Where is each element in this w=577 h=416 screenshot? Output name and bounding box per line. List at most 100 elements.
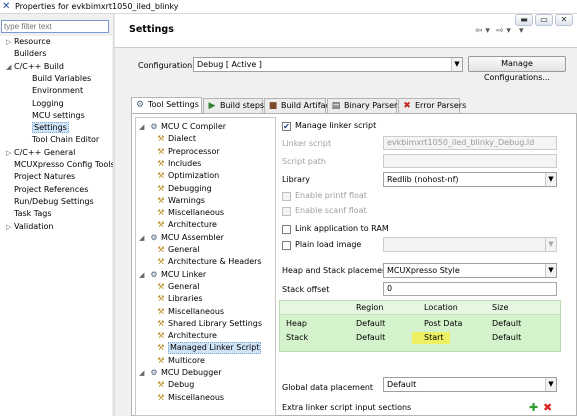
collapse-toggle-icon[interactable]: ◢ <box>139 269 148 281</box>
enable-scanf-float-checkbox[interactable] <box>282 207 291 216</box>
tool-leaf-item[interactable]: ⚒ Architecture <box>156 219 275 231</box>
sidebar-item-label: Resource <box>14 37 51 46</box>
tool-tree-label: Architecture <box>168 331 217 341</box>
global-data-placement-select[interactable]: Default ▼ <box>383 377 557 392</box>
binary-parsers-icon: ▤ <box>331 101 341 111</box>
sidebar-item-environment[interactable]: Environment <box>24 85 83 97</box>
sidebar-item-mcuxpresso-config-tools[interactable]: MCUXpresso Config Tools <box>6 159 115 171</box>
tool-group-item[interactable]: ◢ ⚙ MCU C Compiler <box>139 121 269 133</box>
tool-group-item[interactable]: ◢ ⚙ MCU Assembler <box>139 232 269 244</box>
table-row-heap-name: Heap <box>286 319 307 328</box>
add-icon[interactable]: ✚ <box>529 401 538 414</box>
tool-tree-label: Preprocessor <box>168 146 220 156</box>
sidebar-item-task-tags[interactable]: Task Tags <box>6 208 52 220</box>
sidebar-item-run-debug-settings[interactable]: Run/Debug Settings <box>6 196 94 208</box>
sidebar-item-builders[interactable]: Builders <box>6 48 46 60</box>
tool-leaf-item[interactable]: ⚒ Debugging <box>156 183 275 195</box>
wrench-icon: ⚒ <box>157 134 165 144</box>
sidebar-item-validation[interactable]: ▷ Validation <box>6 221 54 233</box>
tool-tree-label: Miscellaneous <box>168 208 225 218</box>
wrench-icon: ⚒ <box>157 343 165 353</box>
sidebar-item-project-natures[interactable]: Project Natures <box>6 171 75 183</box>
tool-leaf-item[interactable]: ⚒ Miscellaneous <box>156 207 275 219</box>
expand-toggle-icon[interactable]: ▷ <box>6 36 14 48</box>
tool-leaf-item[interactable]: ⚒ General <box>156 281 275 293</box>
tab-binary-parsers[interactable]: ▤ Binary Parsers <box>327 98 401 113</box>
tool-group-item[interactable]: ◢ ⚙ MCU Debugger <box>139 367 269 379</box>
collapse-toggle-icon[interactable]: ◢ <box>139 367 148 379</box>
tab-build-artifact[interactable]: ■ Build Artifact <box>264 98 333 113</box>
tool-tree-label: General <box>168 245 200 254</box>
table-row-heap-region[interactable]: Default <box>356 319 385 328</box>
table-row-stack-location[interactable]: Start <box>412 332 450 344</box>
tool-leaf-item[interactable]: ⚒ Architecture <box>156 330 275 342</box>
enable-printf-float-checkbox[interactable] <box>282 192 291 201</box>
delete-icon[interactable]: ✖ <box>543 401 552 414</box>
tool-leaf-item[interactable]: ⚒ Dialect <box>156 133 275 145</box>
table-header-location: Location <box>424 303 458 312</box>
library-value: Redlib (nohost-nf) <box>387 175 459 184</box>
expand-toggle-icon[interactable]: ▷ <box>6 147 14 159</box>
back-icon[interactable]: ⇦ ▾ <box>475 26 490 36</box>
sidebar-item-tool-chain-editor[interactable]: Tool Chain Editor <box>24 134 99 146</box>
chevron-down-icon: ▼ <box>545 173 556 186</box>
tool-leaf-item[interactable]: ⚒ Shared Library Settings <box>156 318 275 330</box>
wrench-icon: ⚒ <box>157 392 165 402</box>
script-path-field <box>383 154 557 168</box>
maximize-icon[interactable]: ▭ <box>535 14 553 26</box>
library-select[interactable]: Redlib (nohost-nf) ▼ <box>383 172 557 187</box>
tool-leaf-item[interactable]: ⚒ Miscellaneous <box>156 392 275 404</box>
tool-leaf-item[interactable]: ⚒ Preprocessor <box>156 146 275 158</box>
expand-toggle-icon[interactable]: ▷ <box>6 221 14 233</box>
table-row-heap-location[interactable]: Post Data <box>424 319 462 328</box>
tab-tool-settings[interactable]: ⚙ Tool Settings <box>131 97 202 114</box>
sidebar-item-resource[interactable]: ▷ Resource <box>6 36 51 48</box>
tool-leaf-item[interactable]: ⚒ Warnings <box>156 195 275 207</box>
minimize-icon[interactable]: ▬ <box>515 14 533 26</box>
table-row-stack-size[interactable]: Default <box>492 333 521 342</box>
enable-printf-float-label: Enable printf float <box>295 191 367 200</box>
close-icon[interactable]: ✕ <box>555 14 573 26</box>
configuration-select[interactable]: Debug [ Active ] ▼ <box>193 57 463 72</box>
sidebar-item-logging[interactable]: Logging <box>24 98 64 110</box>
tool-leaf-item[interactable]: ⚒ Architecture & Headers <box>156 256 275 268</box>
tab-build-steps[interactable]: ▶ Build steps <box>203 98 264 113</box>
collapse-toggle-icon[interactable]: ◢ <box>139 121 148 133</box>
enable-scanf-float-label: Enable scanf float <box>295 206 367 215</box>
view-menu-icon[interactable]: ▾ <box>519 26 524 36</box>
tab-error-parsers[interactable]: ✖ Error Parsers <box>398 98 466 113</box>
sash[interactable] <box>113 14 115 416</box>
stack-offset-field[interactable]: 0 <box>383 282 557 296</box>
tool-leaf-item[interactable]: ⚒ Optimization <box>156 170 275 182</box>
table-row-heap-size[interactable]: Default <box>492 319 521 328</box>
table-row-stack-region[interactable]: Default <box>356 333 385 342</box>
tool-leaf-item[interactable]: ⚒ Debug <box>156 379 275 391</box>
plain-load-image-checkbox[interactable] <box>282 241 291 250</box>
sidebar-item-c-c-general[interactable]: ▷ C/C++ General <box>6 147 75 159</box>
configuration-value: Debug [ Active ] <box>197 60 262 69</box>
sidebar-item-settings[interactable]: Settings <box>24 122 69 134</box>
tool-leaf-item[interactable]: ⚒ Managed Linker Script <box>156 342 275 355</box>
sidebar-item-project-references[interactable]: Project References <box>6 184 88 196</box>
tool-leaf-item[interactable]: ⚒ Multicore <box>156 355 275 367</box>
manage-linker-script-checkbox[interactable]: ✔ <box>282 122 291 131</box>
gear-icon: ⚙ <box>150 368 158 377</box>
sidebar-item-c-c-build[interactable]: ◢ C/C++ Build <box>6 61 64 73</box>
collapse-toggle-icon[interactable]: ◢ <box>139 232 148 244</box>
filter-input[interactable] <box>1 20 109 33</box>
expand-toggle-icon[interactable]: ◢ <box>6 61 14 73</box>
link-app-to-ram-checkbox[interactable] <box>282 225 291 234</box>
tool-leaf-item[interactable]: ⚒ Includes <box>156 158 275 170</box>
sidebar-item-build-variables[interactable]: Build Variables <box>24 73 91 85</box>
forward-icon[interactable]: ⇨ ▾ <box>496 26 511 36</box>
tool-leaf-item[interactable]: ⚒ General <box>156 244 275 256</box>
manage-configurations-button[interactable]: Manage Configurations... <box>468 56 566 82</box>
tool-group-item[interactable]: ◢ ⚙ MCU Linker <box>139 269 269 281</box>
tool-tree-label: Libraries <box>168 294 203 304</box>
tool-leaf-item[interactable]: ⚒ Libraries <box>156 293 275 305</box>
stack-offset-label: Stack offset <box>282 285 330 294</box>
tool-leaf-item[interactable]: ⚒ Miscellaneous <box>156 306 275 318</box>
tab-label: Tool Settings <box>148 100 199 109</box>
sidebar-item-mcu-settings[interactable]: MCU settings <box>24 110 85 122</box>
heap-stack-placement-select[interactable]: MCUXpresso Style ▼ <box>383 263 557 278</box>
